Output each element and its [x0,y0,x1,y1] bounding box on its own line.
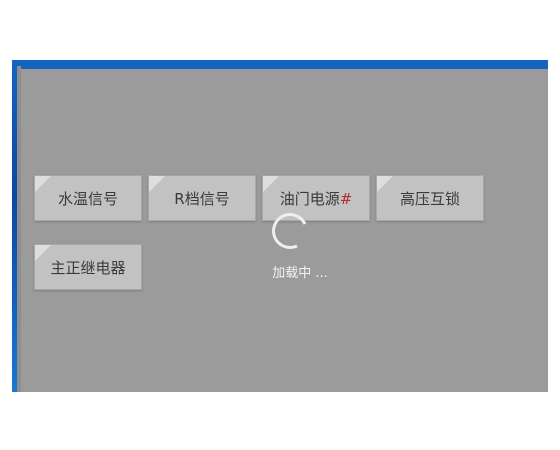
main-positive-relay-button[interactable]: 主正继电器 [34,244,142,290]
corner-marker [35,176,51,192]
button-label: 主正继电器 [50,258,126,277]
button-label: 油门电源# [280,188,353,209]
button-label: 水温信号 [57,189,118,208]
button-label-main: 油门电源 [279,189,340,208]
corner-marker [35,245,51,261]
hv-interlock-button[interactable]: 高压互锁 [376,175,484,221]
button-label: R档信号 [174,189,230,208]
loading-text: 加载中 ... [272,266,328,281]
corner-marker [263,176,279,192]
throttle-power-button[interactable]: 油门电源# [262,175,370,221]
water-temp-signal-button[interactable]: 水温信号 [34,175,142,221]
corner-marker [377,176,393,192]
reverse-gear-signal-button[interactable]: R档信号 [148,175,256,221]
button-label: 高压互锁 [399,189,460,208]
button-label-extra: # [339,189,353,208]
corner-marker [149,176,165,192]
